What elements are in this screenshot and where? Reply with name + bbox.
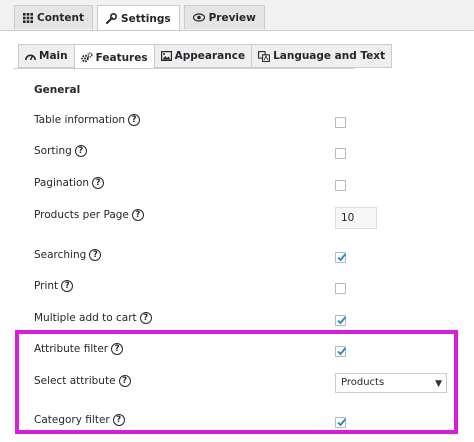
tab-preview[interactable]: Preview xyxy=(183,5,265,29)
row-searching: Searching ? xyxy=(0,247,474,267)
products-per-page-input[interactable]: 10 xyxy=(335,207,377,229)
subtab-main-label: Main xyxy=(39,50,68,62)
translate-icon xyxy=(258,50,271,62)
row-products-per-page: Products per Page ? 10 xyxy=(0,207,474,229)
cogs-icon xyxy=(80,52,93,63)
help-icon[interactable]: ? xyxy=(139,312,152,324)
subtab-main[interactable]: Main xyxy=(18,44,74,68)
pagination-label: Pagination xyxy=(34,177,90,189)
searching-checkbox[interactable] xyxy=(335,252,347,263)
multiple-add-to-cart-label: Multiple add to cart xyxy=(34,312,137,324)
help-icon[interactable]: ? xyxy=(89,249,102,261)
tab-settings-label: Settings xyxy=(121,12,171,25)
subtab-appearance[interactable]: Appearance xyxy=(153,44,252,68)
wrench-icon xyxy=(106,13,118,24)
table-information-label: Table information xyxy=(34,114,126,126)
top-tab-bar: Content Settings Preview xyxy=(0,0,474,31)
subtab-language-and-text-label: Language and Text xyxy=(273,50,386,62)
section-title: General xyxy=(34,84,81,96)
checkmark-icon xyxy=(337,316,347,325)
help-icon[interactable]: ? xyxy=(128,114,141,126)
products-per-page-label: Products per Page xyxy=(34,209,129,221)
pagination-checkbox[interactable] xyxy=(335,180,346,191)
eye-icon xyxy=(192,13,205,22)
sorting-checkbox[interactable] xyxy=(335,148,346,159)
row-multiple-add-to-cart: Multiple add to cart ? xyxy=(0,310,474,330)
help-icon[interactable]: ? xyxy=(92,177,105,189)
highlight-box xyxy=(15,330,458,434)
row-sorting: Sorting ? xyxy=(0,143,474,163)
subtab-features-label: Features xyxy=(95,51,148,64)
tab-content[interactable]: Content xyxy=(14,5,94,29)
help-icon[interactable]: ? xyxy=(61,280,74,292)
subtab-language-and-text[interactable]: Language and Text xyxy=(251,44,393,68)
subtab-features[interactable]: Features xyxy=(73,44,154,70)
tab-settings[interactable]: Settings xyxy=(97,5,180,31)
dashboard-icon xyxy=(25,54,36,60)
help-icon[interactable]: ? xyxy=(131,209,144,221)
searching-label: Searching xyxy=(34,249,87,261)
grid-icon xyxy=(23,12,33,23)
row-table-information: Table information ? xyxy=(0,112,474,132)
row-print: Print ? xyxy=(0,278,474,298)
checkmark-icon xyxy=(337,253,347,262)
table-information-checkbox[interactable] xyxy=(335,117,346,128)
print-checkbox[interactable] xyxy=(335,283,346,294)
subtab-divider xyxy=(14,68,354,69)
subtab-appearance-label: Appearance xyxy=(174,50,246,62)
row-pagination: Pagination ? xyxy=(0,175,474,195)
help-icon[interactable]: ? xyxy=(74,145,87,157)
print-label: Print xyxy=(34,280,59,292)
tab-content-label: Content xyxy=(37,11,85,24)
tab-preview-label: Preview xyxy=(208,11,256,24)
sorting-label: Sorting xyxy=(34,145,72,157)
image-icon xyxy=(160,51,172,61)
multiple-add-to-cart-checkbox[interactable] xyxy=(335,315,347,326)
